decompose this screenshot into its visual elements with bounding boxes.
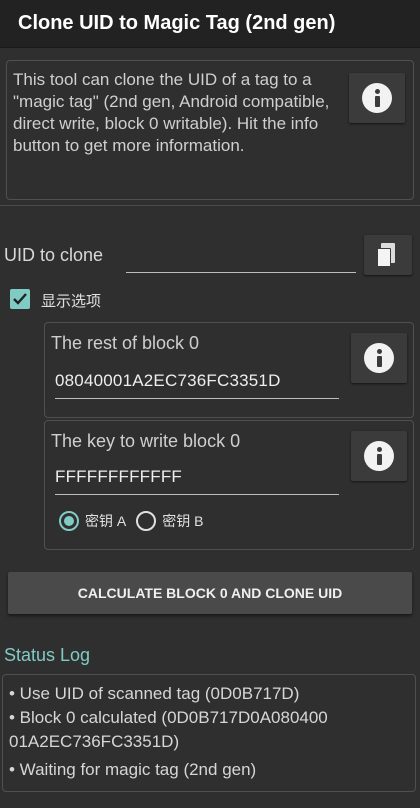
- page-title: Clone UID to Magic Tag (2nd gen): [18, 12, 336, 34]
- block0-panel: The rest of block 0 08040001A2EC736FC335…: [44, 322, 414, 418]
- uid-label: UID to clone: [4, 245, 104, 265]
- key-b-label[interactable]: 密钥 B: [162, 511, 203, 531]
- block0-info-button[interactable]: [351, 333, 407, 383]
- status-log-line: 01A2EC736FC3351D): [9, 732, 180, 751]
- block0-label: The rest of block 0: [51, 333, 200, 353]
- info-icon: [364, 441, 394, 471]
- key-input[interactable]: FFFFFFFFFFFF: [55, 467, 339, 495]
- key-type-radio-group: 密钥 A 密钥 B: [59, 511, 213, 531]
- show-options-label: 显示选项: [41, 293, 102, 310]
- uid-input[interactable]: [126, 243, 356, 273]
- key-a-label[interactable]: 密钥 A: [85, 511, 126, 531]
- divider: [0, 205, 420, 206]
- key-b-radio[interactable]: [136, 511, 157, 531]
- key-info-button[interactable]: [351, 431, 407, 481]
- key-panel: The key to write block 0 FFFFFFFFFFFF 密钥…: [44, 420, 414, 550]
- main-content: This tool can clone the UID of a tag to …: [0, 48, 420, 808]
- key-label: The key to write block 0: [51, 431, 241, 451]
- status-log-line: • Block 0 calculated (0D0B717D0A080400: [9, 708, 328, 727]
- status-log-line: • Use UID of scanned tag (0D0B717D): [9, 684, 300, 703]
- key-a-radio[interactable]: [59, 511, 79, 531]
- description-box: This tool can clone the UID of a tag to …: [6, 60, 414, 200]
- paste-uid-button[interactable]: [364, 235, 412, 275]
- title-bar: Clone UID to Magic Tag (2nd gen): [0, 0, 420, 48]
- status-log-title: Status Log: [4, 645, 91, 665]
- description-info-button[interactable]: [349, 73, 405, 123]
- info-icon: [364, 343, 394, 373]
- status-log-line: • Waiting for magic tag (2nd gen): [9, 760, 257, 779]
- info-icon: [362, 83, 392, 113]
- block0-input[interactable]: 08040001A2EC736FC3351D: [55, 371, 339, 399]
- status-log-box: • Use UID of scanned tag (0D0B717D) • Bl…: [2, 674, 416, 792]
- show-options-checkbox[interactable]: [10, 289, 30, 309]
- calculate-clone-button[interactable]: CALCULATE BLOCK 0 AND CLONE UID: [8, 572, 412, 614]
- description-text: This tool can clone the UID of a tag to …: [13, 70, 330, 155]
- check-icon: [13, 293, 27, 305]
